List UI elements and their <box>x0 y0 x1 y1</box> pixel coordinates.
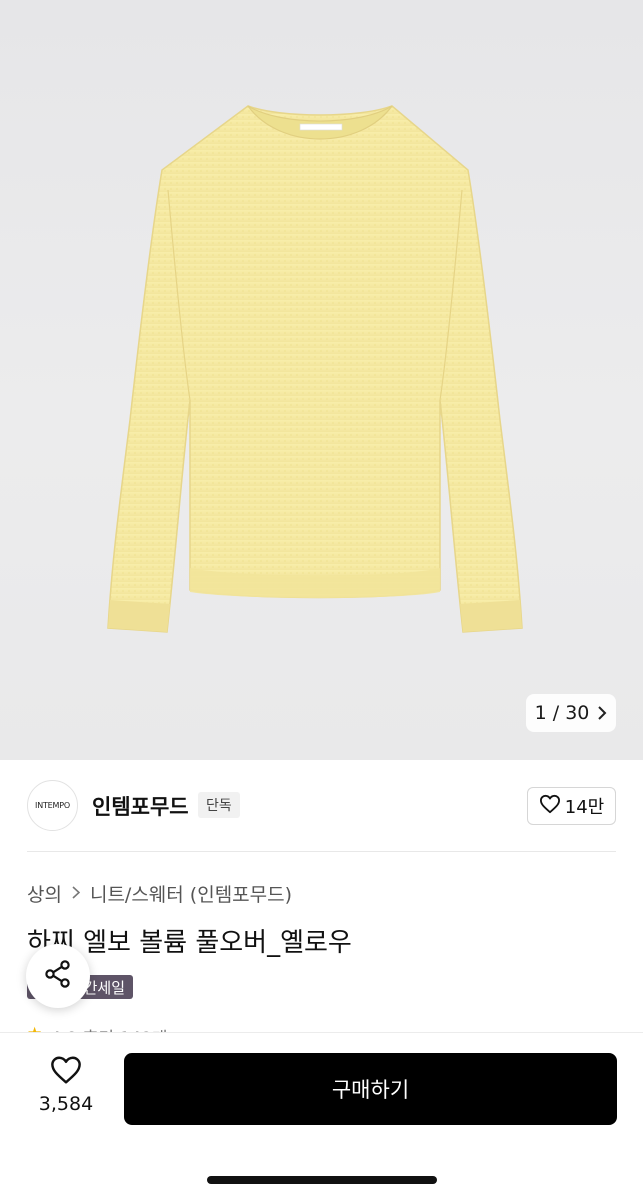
bottom-action-bar: 3,584 구매하기 <box>0 1032 643 1200</box>
product-image <box>107 105 523 633</box>
product-image-gallery[interactable]: 1 / 30 <box>0 0 643 760</box>
chevron-right-icon <box>72 883 81 904</box>
brand-row: INTEMPO 인템포무드 단독 14만 <box>0 760 643 852</box>
brand-logo-text: INTEMPO <box>35 801 70 810</box>
breadcrumb-subcategory[interactable]: 니트/스웨터 (인템포무드) <box>90 880 292 907</box>
brand-name[interactable]: 인템포무드 <box>92 791 189 821</box>
brand-like-button[interactable]: 14만 <box>527 787 616 825</box>
breadcrumb-category[interactable]: 상의 <box>27 880 62 907</box>
exclusive-badge: 단독 <box>198 792 240 818</box>
divider <box>27 851 616 852</box>
share-icon <box>43 959 73 993</box>
buy-button[interactable]: 구매하기 <box>124 1053 617 1125</box>
heart-icon <box>539 794 561 819</box>
counter-text: 1 / 30 <box>534 702 590 724</box>
wish-count: 3,584 <box>38 1093 94 1115</box>
brand-like-count: 14만 <box>564 797 605 818</box>
image-counter[interactable]: 1 / 30 <box>526 694 616 732</box>
heart-icon <box>49 1055 83 1089</box>
breadcrumb: 상의 니트/스웨터 (인템포무드) <box>27 880 292 907</box>
chevron-right-icon <box>597 703 607 723</box>
wish-button[interactable]: 3,584 <box>27 1055 105 1115</box>
brand-logo[interactable]: INTEMPO <box>27 780 78 831</box>
home-indicator <box>207 1176 437 1184</box>
share-button[interactable] <box>26 944 90 1008</box>
